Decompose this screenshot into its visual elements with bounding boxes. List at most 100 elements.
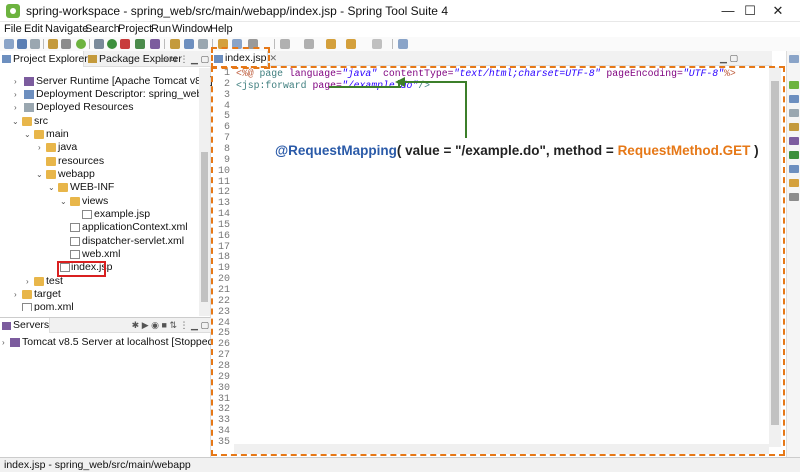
server-entry-label: Tomcat v8.5 Server at localhost [Stopped… <box>22 336 211 348</box>
collapse-arrow-icon[interactable]: ⌄ <box>36 168 43 181</box>
javadoc-icon[interactable] <box>789 165 799 173</box>
pin-editor-icon[interactable] <box>398 39 408 49</box>
last-edit-icon[interactable] <box>326 39 336 49</box>
menu-search[interactable]: Search <box>85 23 120 35</box>
collapse-arrow-icon[interactable]: ⌄ <box>12 115 19 128</box>
tree-item-label: WEB-INF <box>70 181 115 193</box>
menu-help[interactable]: Help <box>210 23 233 35</box>
server-entry[interactable]: › Tomcat v8.5 Server at localhost [Stopp… <box>0 336 211 349</box>
run-icon[interactable] <box>107 39 117 49</box>
spring-boot-icon[interactable] <box>76 39 86 49</box>
next-annotation-icon[interactable] <box>280 39 290 49</box>
tab-package-explorer[interactable]: Package Explorer <box>86 51 182 67</box>
build-icon[interactable] <box>48 39 58 49</box>
menu-run[interactable]: Run <box>151 23 171 35</box>
editor-tab-bar: index.jsp ✕ ▁ ▢ <box>212 51 772 67</box>
progress-icon[interactable] <box>789 151 799 159</box>
collapse-arrow-icon[interactable]: ⌄ <box>24 128 31 141</box>
outline-icon[interactable] <box>789 81 799 89</box>
tree-item[interactable]: ⌄ views <box>0 195 198 208</box>
expand-arrow-icon[interactable]: › <box>14 88 17 101</box>
server-icon[interactable] <box>150 39 160 49</box>
declaration-icon[interactable] <box>789 179 799 187</box>
console-icon[interactable] <box>789 137 799 145</box>
tree-item[interactable]: example.jsp <box>0 208 198 221</box>
tree-item[interactable]: ⌄ main <box>0 128 198 141</box>
tree-item[interactable]: resources <box>0 155 198 168</box>
run-last-icon[interactable] <box>135 39 145 49</box>
restore-icon[interactable] <box>789 55 799 63</box>
close-button[interactable]: ✕ <box>756 0 800 22</box>
tree-item-label: resources <box>58 155 105 167</box>
prev-annotation-icon[interactable] <box>304 39 314 49</box>
link-editor-icon[interactable]: ⇆ <box>169 54 177 64</box>
expand-arrow-icon[interactable]: › <box>14 75 17 88</box>
tree-item[interactable]: › Deployed Resources <box>0 101 198 114</box>
new-project-icon[interactable] <box>170 39 180 49</box>
terminal-icon[interactable] <box>61 39 71 49</box>
expand-arrow-icon[interactable]: › <box>2 336 5 349</box>
boot-dashboard-icon[interactable] <box>789 95 799 103</box>
view-menu-icon[interactable]: ⋮ <box>180 320 189 330</box>
view-menu-icon[interactable]: ⋮ <box>180 54 189 64</box>
maximize-view-icon[interactable]: ▢ <box>729 53 738 63</box>
forward-icon[interactable] <box>372 39 382 49</box>
debug-icon[interactable] <box>94 39 104 49</box>
minimize-view-icon[interactable]: ▁ <box>191 54 198 64</box>
save-icon[interactable] <box>17 39 27 49</box>
tab-label: Project Explorer <box>13 53 88 65</box>
minimize-view-icon[interactable]: ▁ <box>191 320 198 330</box>
menu-edit[interactable]: Edit <box>24 23 43 35</box>
problems-icon[interactable] <box>789 123 799 131</box>
deployment-descriptor-icon <box>24 90 34 99</box>
menu-file[interactable]: File <box>4 23 22 35</box>
collapse-all-icon[interactable]: ▭ <box>158 54 167 64</box>
save-all-icon[interactable] <box>30 39 40 49</box>
tree-item[interactable]: ⌄ src <box>0 115 198 128</box>
explorer-scrollbar[interactable] <box>199 68 210 316</box>
tree-item[interactable]: dispatcher-servlet.xml <box>0 235 198 248</box>
xml-file-icon <box>70 237 80 246</box>
tree-item[interactable]: › Deployment Descriptor: spring_web <box>0 88 202 101</box>
new-class-icon[interactable] <box>184 39 194 49</box>
tree-item[interactable]: › target <box>0 288 198 301</box>
maximize-view-icon[interactable]: ▢ <box>200 320 209 330</box>
profile-server-icon[interactable]: ◉ <box>151 320 159 330</box>
status-text: index.jsp - spring_web/src/main/webapp <box>4 459 191 471</box>
menu-project[interactable]: Project <box>118 23 152 35</box>
tree-item[interactable]: pom.xml <box>0 301 198 311</box>
expand-arrow-icon[interactable]: › <box>26 275 29 288</box>
open-type-icon[interactable] <box>198 39 208 49</box>
expand-arrow-icon[interactable]: › <box>38 141 41 154</box>
tree-item[interactable]: › java <box>0 141 198 154</box>
tab-project-explorer[interactable]: Project Explorer✕ <box>0 51 98 67</box>
maximize-view-icon[interactable]: ▢ <box>200 54 209 64</box>
tab-servers[interactable]: Servers <box>0 318 50 333</box>
stop-server-icon[interactable]: ■ <box>162 320 167 330</box>
publish-icon[interactable]: ⇅ <box>169 320 177 330</box>
start-server-icon[interactable]: ▶ <box>142 320 149 330</box>
search-view-icon[interactable] <box>789 193 799 201</box>
tree-item[interactable]: web.xml <box>0 248 198 261</box>
servers-icon <box>2 322 11 330</box>
expand-arrow-icon[interactable]: › <box>14 288 17 301</box>
explorer-scrollbar-thumb[interactable] <box>201 152 208 302</box>
expand-arrow-icon[interactable]: › <box>14 101 17 114</box>
new-icon[interactable] <box>4 39 14 49</box>
tree-item-label: target <box>34 288 61 300</box>
stop-icon[interactable] <box>120 39 130 49</box>
tree-item[interactable]: applicationContext.xml <box>0 221 198 234</box>
tree-item[interactable]: ⌄ WEB-INF <box>0 181 198 194</box>
collapse-arrow-icon[interactable]: ⌄ <box>60 195 67 208</box>
xml-file-icon <box>22 303 32 311</box>
minimize-view-icon[interactable]: ▁ <box>720 53 727 63</box>
debug-server-icon[interactable]: ✱ <box>132 320 140 330</box>
menu-navigate[interactable]: Navigate <box>45 23 88 35</box>
task-list-icon[interactable] <box>789 109 799 117</box>
close-icon[interactable]: ✕ <box>269 53 277 63</box>
tree-item[interactable]: › Server Runtime [Apache Tomcat v8.5] <box>0 75 213 88</box>
tree-item[interactable]: ⌄ webapp <box>0 168 198 181</box>
collapse-arrow-icon[interactable]: ⌄ <box>48 181 55 194</box>
back-icon[interactable] <box>346 39 356 49</box>
menu-window[interactable]: Window <box>172 23 211 35</box>
